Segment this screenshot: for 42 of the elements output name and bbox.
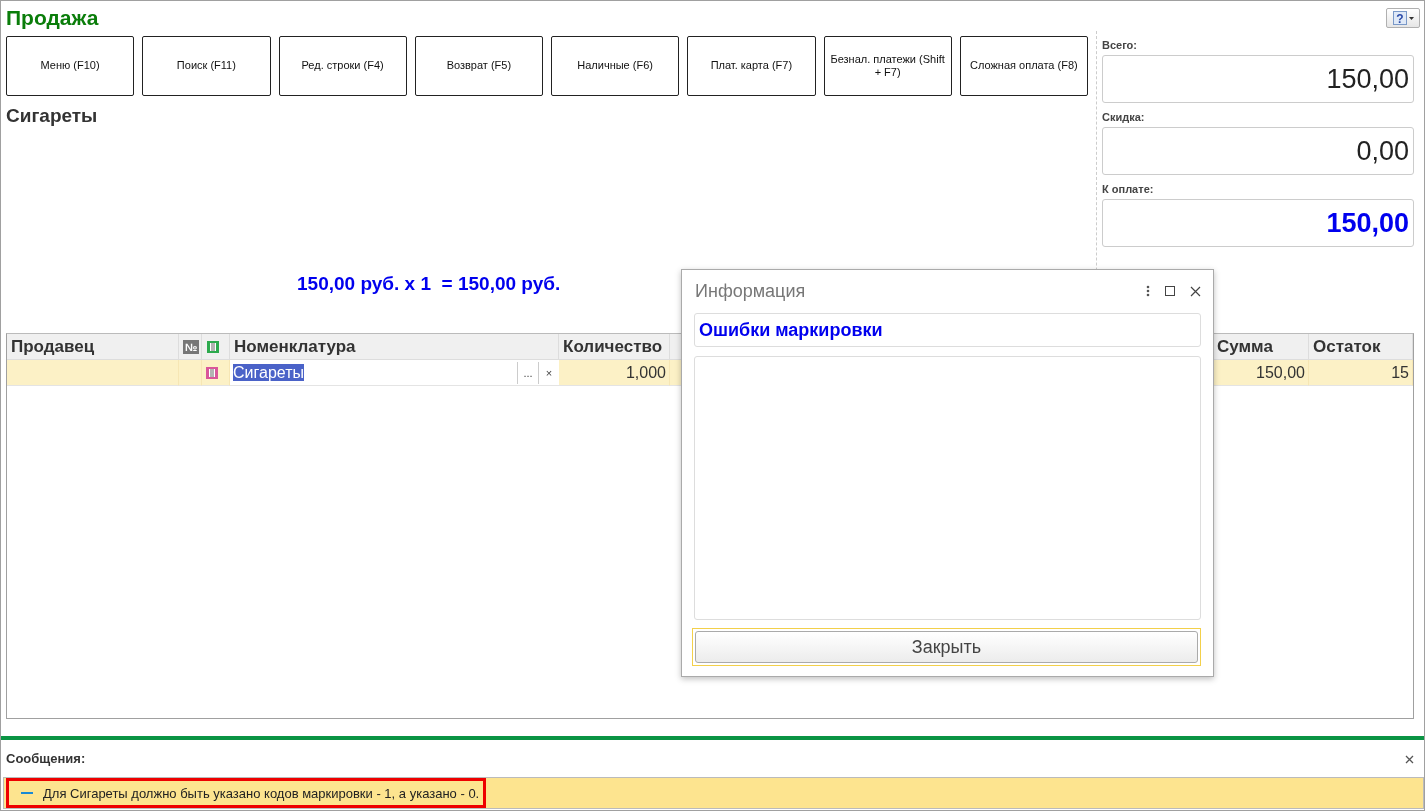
message-item[interactable]: Для Сигареты должно быть указано кодов маркировки - 1, а указано - 0. <box>6 778 487 808</box>
total-label: К оплате: <box>1102 183 1155 195</box>
price-line: 150,00 руб. x 1 = 150,00 руб. <box>297 273 561 295</box>
total-field: 150,00 <box>1102 199 1414 247</box>
column-header[interactable]: Количество <box>559 334 670 360</box>
table-cell: 1,000 <box>559 360 670 386</box>
number-header[interactable]: № <box>183 339 200 354</box>
item-editor[interactable]: Сигареты ... × <box>230 360 559 386</box>
form-title: Продажа <box>6 6 99 30</box>
command-button[interactable]: Меню (F10) <box>6 36 135 96</box>
dash-icon <box>21 792 33 794</box>
command-button[interactable]: Безнал. платежи (Shift + F7) <box>823 36 952 96</box>
command-button[interactable]: Возврат (F5) <box>414 36 543 96</box>
total-label: Всего: <box>1102 39 1138 51</box>
dialog-title: Информация <box>695 280 806 302</box>
command-button[interactable]: Сложная оплата (F8) <box>959 36 1088 96</box>
close-icon[interactable] <box>1190 285 1201 297</box>
command-button[interactable]: Наличные (F6) <box>551 36 680 96</box>
dialog-heading: Ошибки маркировки <box>694 313 1201 347</box>
column-header[interactable]: Номенклатура <box>230 334 559 360</box>
table-cell: 15 <box>1309 360 1413 386</box>
help-button[interactable]: ? <box>1386 8 1420 28</box>
close-dialog-button[interactable]: Закрыть <box>695 631 1198 663</box>
help-icon: ? <box>1392 11 1407 25</box>
stamp-icon <box>206 339 220 354</box>
command-button[interactable]: Ред. строки (F4) <box>278 36 407 96</box>
table-cell: 150,00 <box>1213 360 1309 386</box>
caret-icon <box>1408 16 1414 20</box>
column-header[interactable]: Остаток <box>1309 334 1413 360</box>
message-text: Для Сигареты должно быть указано кодов маркировки - 1, а указано - 0. <box>43 785 480 801</box>
command-button[interactable]: Плат. карта (F7) <box>687 36 816 96</box>
more-icon[interactable] <box>1146 285 1150 297</box>
total-label: Скидка: <box>1102 111 1146 123</box>
close-icon <box>1405 755 1414 764</box>
total-field: 0,00 <box>1102 127 1414 175</box>
column-header[interactable]: Сумма <box>1213 334 1309 360</box>
column-header[interactable]: Продавец <box>7 334 179 360</box>
stamp-icon <box>205 365 219 380</box>
total-field: 150,00 <box>1102 55 1414 103</box>
messages-title: Сообщения: <box>6 751 86 766</box>
product-title: Сигареты <box>6 105 99 127</box>
command-button[interactable]: Поиск (F11) <box>142 36 271 96</box>
